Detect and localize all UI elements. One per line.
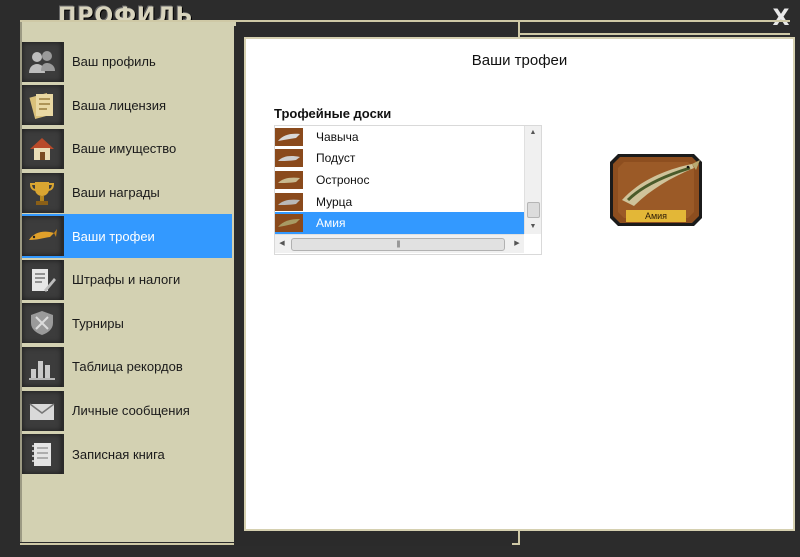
sidebar-item-trophies[interactable]: Ваши трофеи xyxy=(22,214,232,258)
list-item[interactable]: Амия xyxy=(275,212,524,234)
sidebar-item-awards[interactable]: Ваши награды xyxy=(22,171,232,215)
trophy-list: Чавыча Подуст Остронос Мурца Амия xyxy=(275,126,524,234)
horizontal-scroll-thumb[interactable]: ||| xyxy=(291,238,505,251)
list-item-label: Остронос xyxy=(316,172,370,187)
sidebar-item-notebook[interactable]: Записная книга xyxy=(22,432,232,476)
sidebar-item-label: Записная книга xyxy=(72,446,165,462)
list-item-label: Чавыча xyxy=(316,129,359,144)
list-item-label: Мурца xyxy=(316,194,353,209)
close-icon: X xyxy=(772,6,790,31)
sidebar-item-property[interactable]: Ваше имущество xyxy=(22,127,232,171)
scroll-right-icon[interactable]: ▶ xyxy=(510,235,524,253)
sidebar-item-label: Личные сообщения xyxy=(72,403,190,419)
list-item[interactable]: Мурца xyxy=(275,191,524,213)
list-item-label: Подуст xyxy=(316,151,356,166)
trim-right-top xyxy=(520,33,790,35)
sidebar-item-license[interactable]: Ваша лицензия xyxy=(22,84,232,128)
scroll-left-icon[interactable]: ◀ xyxy=(275,235,289,253)
trophy-thumbnail-icon xyxy=(275,170,303,189)
trophy-listbox[interactable]: Чавыча Подуст Остронос Мурца Амия ▲ ▼ ◀ … xyxy=(274,125,542,255)
sidebar: Ваш профиль Ваша лицензия Ваше имущество… xyxy=(20,22,236,542)
vertical-scrollbar[interactable]: ▲ ▼ xyxy=(524,126,541,234)
sidebar-item-label: Ваши трофеи xyxy=(72,228,155,244)
page-title: Ваши трофеи xyxy=(471,52,568,69)
list-item[interactable]: Подуст xyxy=(275,148,524,170)
sidebar-nav: Ваш профиль Ваша лицензия Ваше имущество… xyxy=(22,40,232,476)
house-icon xyxy=(22,128,64,169)
sidebar-item-fines[interactable]: Штрафы и налоги xyxy=(22,258,232,302)
sidebar-item-label: Ваш профиль xyxy=(72,54,156,70)
section-label: Трофейные доски xyxy=(274,106,392,121)
sidebar-item-records[interactable]: Таблица рекордов xyxy=(22,345,232,389)
scroll-down-icon[interactable]: ▼ xyxy=(525,220,541,234)
fish-trophy-icon xyxy=(22,216,64,257)
sidebar-item-profile[interactable]: Ваш профиль xyxy=(22,40,232,84)
sidebar-item-label: Ваши награды xyxy=(72,185,160,201)
document-pen-icon xyxy=(22,259,64,300)
trophy-thumbnail-icon xyxy=(275,192,303,211)
scroll-up-icon[interactable]: ▲ xyxy=(525,126,541,140)
sidebar-item-label: Турниры xyxy=(72,315,124,331)
sidebar-item-label: Ваше имущество xyxy=(72,141,177,157)
vertical-scroll-thumb[interactable] xyxy=(527,202,540,218)
sidebar-item-label: Таблица рекордов xyxy=(72,359,183,375)
list-item-label: Амия xyxy=(316,216,346,231)
list-item[interactable]: Остронос xyxy=(275,169,524,191)
envelope-icon xyxy=(22,390,64,431)
sidebar-item-label: Штрафы и налоги xyxy=(72,272,181,288)
sidebar-item-tournaments[interactable]: Турниры xyxy=(22,302,232,346)
sidebar-item-messages[interactable]: Личные сообщения xyxy=(22,389,232,433)
shield-icon xyxy=(22,303,64,344)
trim-top-right xyxy=(520,20,790,22)
profile-window: ПРОФИЛЬ X Ваш профиль Ваша лицензия Ваше… xyxy=(0,0,800,557)
sidebar-item-label: Ваша лицензия xyxy=(72,97,166,113)
notebook-icon xyxy=(22,434,64,475)
trophy-cup-icon xyxy=(22,172,64,213)
users-icon xyxy=(22,41,64,82)
trophy-plaque-label: Амия xyxy=(626,210,686,222)
trophy-thumbnail-icon xyxy=(275,127,303,146)
list-item[interactable]: Чавыча xyxy=(275,126,524,148)
bar-chart-icon xyxy=(22,346,64,387)
trophies-panel: Ваши трофеи Трофейные доски Чавыча Подус… xyxy=(244,37,795,531)
trophy-thumbnail-icon xyxy=(275,214,303,233)
trophy-board-preview: Амия xyxy=(608,152,704,228)
trophy-thumbnail-icon xyxy=(275,149,303,168)
horizontal-scrollbar[interactable]: ◀ ||| ▶ xyxy=(275,234,524,253)
license-icon xyxy=(22,85,64,126)
close-button[interactable]: X xyxy=(772,8,790,30)
